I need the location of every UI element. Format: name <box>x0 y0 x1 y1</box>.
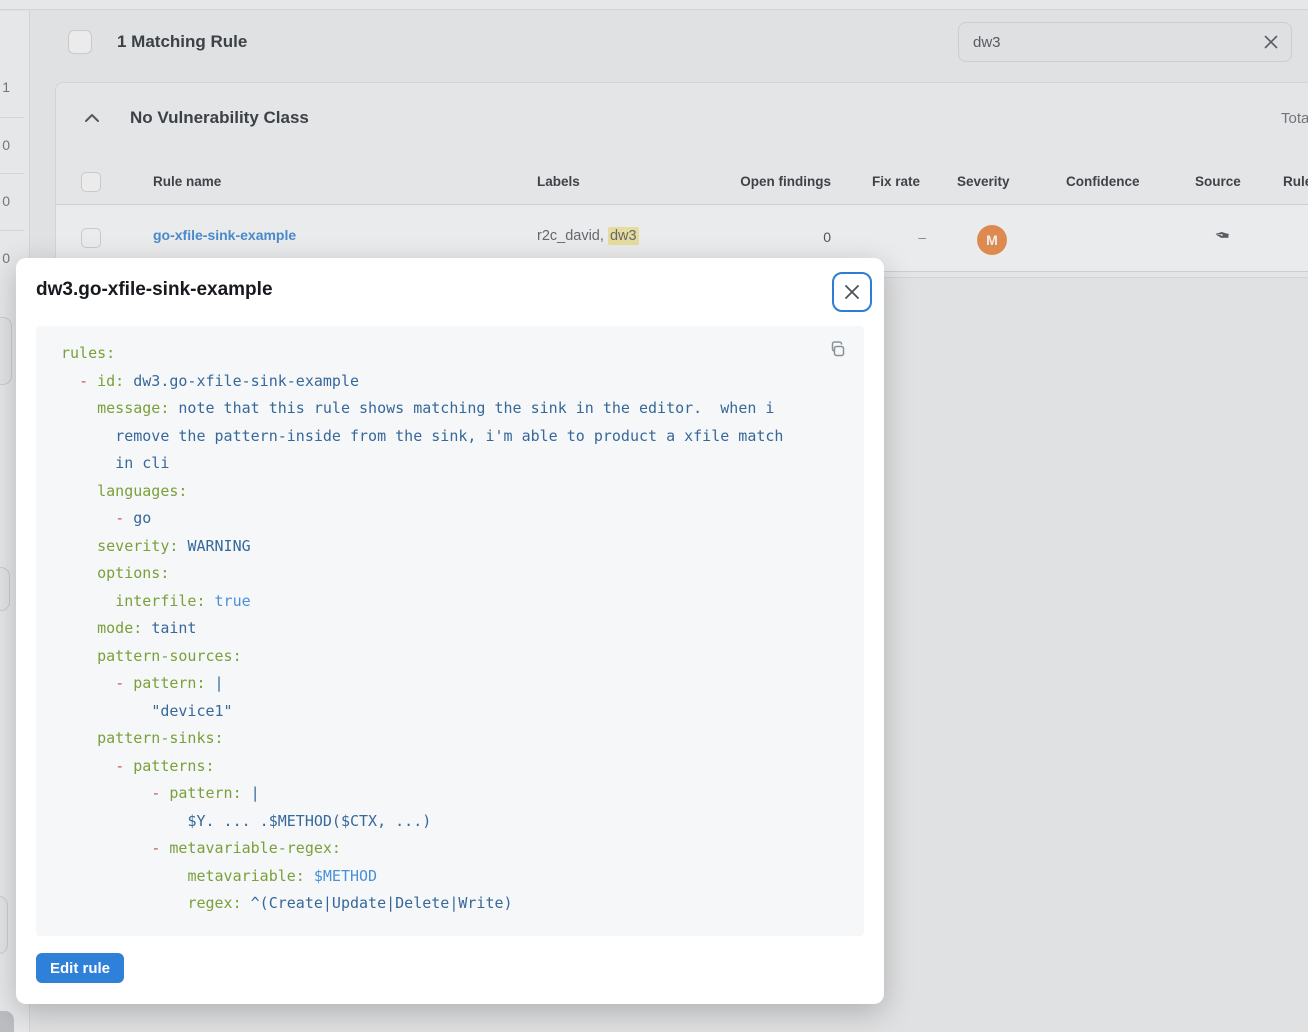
close-button[interactable] <box>832 272 872 312</box>
close-icon <box>843 283 861 301</box>
copy-icon[interactable] <box>826 338 850 362</box>
rule-yaml-block: rules: - id: dw3.go-xfile-sink-example m… <box>36 326 864 936</box>
modal-title: dw3.go-xfile-sink-example <box>36 279 273 301</box>
edit-rule-button[interactable]: Edit rule <box>36 953 124 983</box>
rule-code: rules: - id: dw3.go-xfile-sink-example m… <box>61 340 846 918</box>
